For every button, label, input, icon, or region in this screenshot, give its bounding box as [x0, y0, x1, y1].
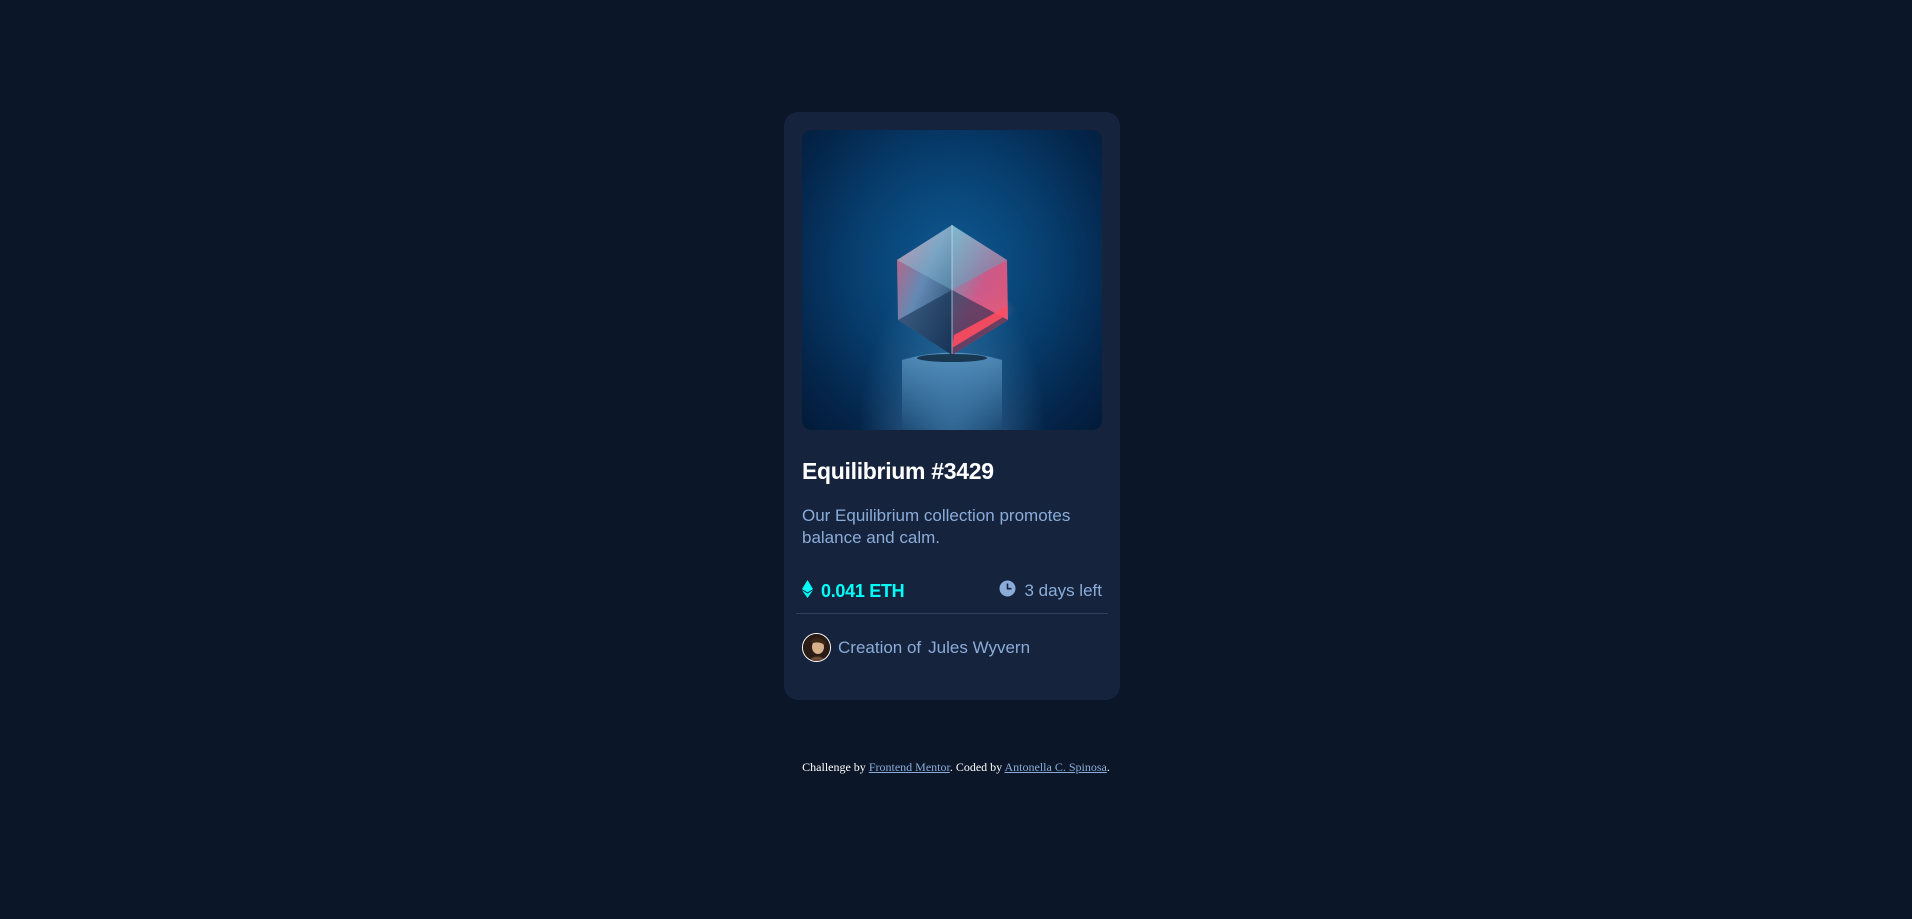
clock-icon	[999, 580, 1016, 602]
creator-name-link[interactable]: Jules Wyvern	[928, 638, 1030, 658]
author-link[interactable]: Antonella C. Spinosa	[1005, 760, 1107, 774]
cube-illustration	[897, 225, 1017, 430]
card-description: Our Equilibrium collection promotes bala…	[802, 506, 1071, 547]
coded-prefix: . Coded by	[949, 760, 1003, 774]
nft-card: Equilibrium #3429 Our Equilibrium collec…	[784, 112, 1120, 700]
time-left: 3 days left	[999, 580, 1103, 602]
price: 0.041 ETH	[802, 580, 905, 603]
footer-suffix: .	[1106, 760, 1110, 774]
card-title[interactable]: Equilibrium #3429	[802, 458, 994, 485]
attribution-footer: Challenge by Frontend Mentor. Coded by A…	[0, 760, 1912, 775]
price-value: 0.041 ETH	[821, 581, 905, 601]
divider	[796, 613, 1108, 614]
equilibrium-image[interactable]	[802, 130, 1102, 430]
time-left-label: 3 days left	[1024, 581, 1103, 600]
frontend-mentor-link[interactable]: Frontend Mentor	[869, 760, 950, 774]
ethereum-icon	[802, 580, 813, 603]
page: Equilibrium #3429 Our Equilibrium collec…	[0, 0, 1912, 919]
challenge-prefix: Challenge by	[802, 760, 866, 774]
creator: Creation of Jules Wyvern	[802, 633, 1030, 662]
creator-prefix: Creation of	[838, 637, 922, 657]
card-stats: 0.041 ETH 3 days left	[802, 580, 1102, 606]
avatar	[802, 633, 831, 662]
